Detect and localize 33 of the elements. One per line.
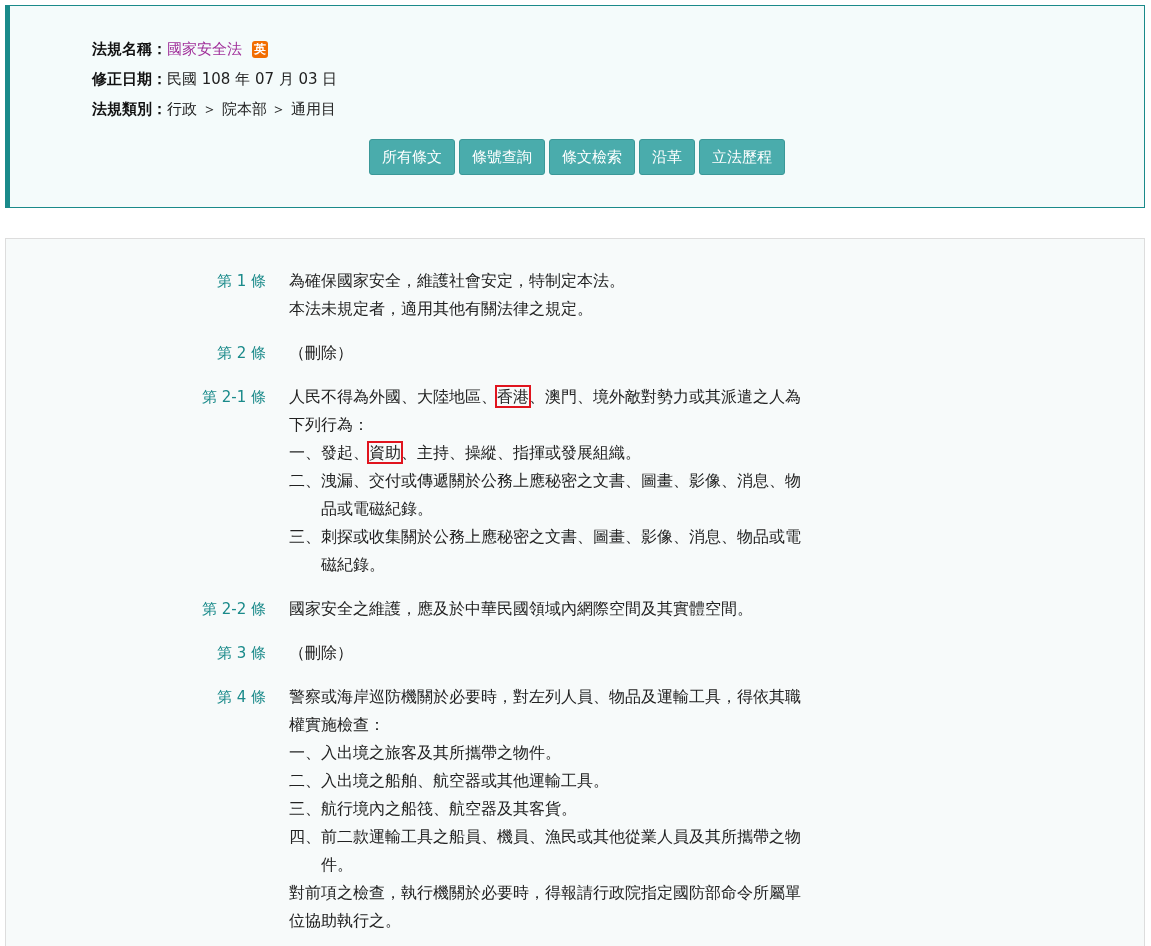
article-text: 警察或海岸巡防機關於必要時，對左列人員、物品及運輸工具，得依其職權實施檢查： [289, 686, 802, 736]
field-value: 行政 ＞ 院本部 ＞ 通用目 [167, 99, 337, 120]
list-item-text: 二、洩漏、交付或傳遞關於公務上應秘密之文書、圖畫、影像、消息、物品或電磁紀錄。 [289, 470, 802, 520]
field-label: 法規類別： [92, 99, 167, 120]
article-text: （刪除） [289, 342, 354, 364]
field-value: 民國 108 年 07 月 03 日 [167, 69, 338, 90]
field-label: 修正日期： [92, 69, 167, 90]
article-number-link[interactable]: 第 2-1 條 [201, 388, 266, 406]
article-number-link[interactable]: 第 2 條 [216, 344, 266, 362]
field-label: 法規名稱： [92, 39, 167, 60]
article-text: 為確保國家安全，維護社會安定，特制定本法。 [289, 270, 626, 292]
list-item-text: 三、刺探或收集關於公務上應秘密之文書、圖畫、影像、消息、物品或電磁紀錄。 [289, 526, 802, 576]
article-text: 對前項之檢查，執行機關於必要時，得報請行政院指定國防部命令所屬單位協助執行之。 [289, 882, 802, 932]
nav-button[interactable]: 立法歷程 [699, 139, 785, 175]
nav-button[interactable]: 所有條文 [369, 139, 455, 175]
article-number-link[interactable]: 第 2-2 條 [201, 600, 266, 618]
article-text: （刪除） [289, 642, 354, 664]
list-item-text: 三、航行境內之船筏、航空器及其客貨。 [289, 798, 578, 820]
law-title-link[interactable]: 國家安全法 [167, 34, 242, 64]
list-item-text: 四、前二款運輸工具之船員、機員、漁民或其他從業人員及其所攜帶之物件。 [289, 826, 802, 876]
article-text: 本法未規定者，適用其他有關法律之規定。 [289, 298, 594, 320]
article-number-link[interactable]: 第 1 條 [216, 272, 266, 290]
english-badge[interactable]: 英 [252, 40, 268, 58]
list-item-text: 一、入出境之旅客及其所攜帶之物件。 [289, 742, 562, 764]
article-text: 國家安全之維護，應及於中華民國領域內網際空間及其實體空間。 [289, 598, 754, 620]
nav-button[interactable]: 條號查詢 [459, 139, 545, 175]
nav-button[interactable]: 條文檢索 [549, 139, 635, 175]
list-item-text: 二、入出境之船舶、航空器或其他運輸工具。 [289, 770, 610, 792]
list-item-text: 一、發起、資助、主持、操縱、指揮或發展組織。 [289, 442, 642, 464]
article-number-link[interactable]: 第 4 條 [216, 688, 266, 706]
article-number-link[interactable]: 第 3 條 [216, 644, 266, 662]
nav-button[interactable]: 沿革 [639, 139, 695, 175]
article-text: 人民不得為外國、大陸地區、香港、澳門、境外敵對勢力或其派遣之人為下列行為： [289, 386, 802, 436]
